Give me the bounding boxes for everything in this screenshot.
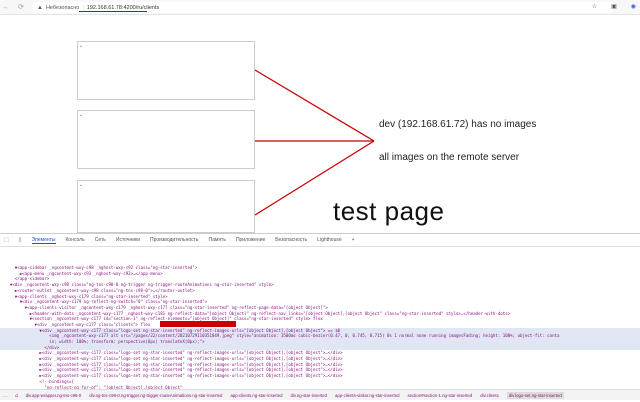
page-title: test page	[333, 196, 445, 226]
breadcrumb-item[interactable]: div.logo-set.ng-star-inserted	[506, 391, 564, 399]
inspect-icon[interactable]: ⬚	[4, 237, 9, 243]
annotation-line-1	[254, 69, 375, 142]
breadcrumb-item[interactable]: div.app-wrapper.ng-tns-c98-0	[26, 393, 82, 398]
breadcrumb-item[interactable]: app-clients-visitor.ng-star-inserted	[335, 393, 399, 398]
annotation-lines	[254, 69, 375, 216]
tab-6[interactable]: Приложение	[236, 237, 265, 243]
elements-tree: ▼<app-sidebar _ngcontent-wxy-c98 _nghost…	[0, 247, 640, 402]
src-underline-annotation	[160, 321, 236, 327]
breadcrumb-item[interactable]: …	[3, 393, 7, 398]
devtools-tabs: ⬚ ▯ Элементы Консоль Сеть Источники Производ…	[0, 234, 640, 247]
tab-3[interactable]: Источники	[116, 237, 140, 243]
device-toolbar-icon[interactable]: ▯	[19, 237, 22, 243]
tab-5[interactable]: Память	[209, 237, 226, 243]
annotation-note-2: all images on the remote server	[379, 152, 520, 163]
breadcrumb-item[interactable]: div.clients	[480, 393, 499, 398]
breadcrumb-item[interactable]: div.ng-star-inserted	[291, 393, 327, 398]
tab-1[interactable]: Консоль	[66, 237, 85, 243]
tab-9[interactable]: +	[352, 237, 355, 243]
breadcrumb-item[interactable]: div.ng-tns-c98-0.ng-trigger.ng-trigger-r…	[89, 393, 222, 398]
breadcrumb-item[interactable]: section#section-1.ng-star-inserted	[407, 393, 472, 398]
tab-7[interactable]: Безопасность	[275, 237, 307, 243]
tab-0[interactable]: Элементы	[31, 237, 56, 244]
tab-8[interactable]: Lighthouse	[317, 237, 341, 243]
tab-4[interactable]: Производительность	[150, 237, 199, 243]
breadcrumb: … d div.app-wrapper.ng-tns-c98-0 div.ng-tns…	[0, 389, 640, 400]
breadcrumb-item[interactable]: app-clients.ng-star-inserted	[230, 393, 282, 398]
breadcrumb-item[interactable]: d	[15, 393, 17, 398]
tab-2[interactable]: Сеть	[95, 237, 106, 243]
devtools-panel: ⬚ ▯ Элементы Консоль Сеть Источники Производ…	[0, 233, 640, 401]
annotation-note-1: dev (192.168.61.72) has no images	[379, 119, 537, 130]
